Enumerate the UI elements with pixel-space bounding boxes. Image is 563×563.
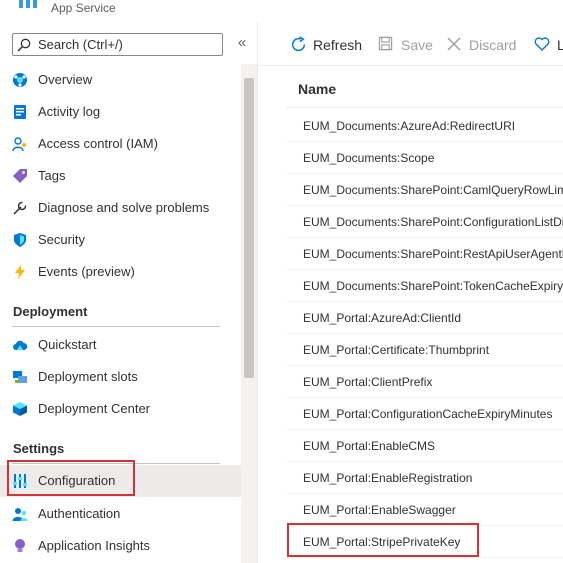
nav-item-label: Overview	[38, 72, 93, 87]
nav-item-security[interactable]: Security	[0, 224, 241, 256]
setting-name-cell[interactable]: EUM_Portal:EnableRegistration	[303, 471, 472, 485]
heart-icon	[534, 37, 550, 51]
nav-item-application-insights[interactable]: Application Insights	[0, 530, 241, 562]
app-service-logo-icon	[19, 0, 37, 8]
nav-item-label: Security	[38, 232, 85, 247]
setting-name-cell[interactable]: EUM_Documents:SharePoint:CamlQueryRowLim…	[303, 183, 563, 197]
table-row[interactable]: EUM_Documents:SharePoint:ConfigurationLi…	[286, 206, 563, 238]
stripe-key-highlight-box	[287, 523, 479, 557]
nav-item-label: Diagnose and solve problems	[38, 200, 210, 215]
table-row[interactable]: EUM_Documents:SharePoint:CamlQueryRowLim…	[286, 174, 563, 206]
table-row[interactable]: EUM_Documents:SharePoint:TokenCacheExpir…	[286, 270, 563, 302]
section-heading-settings: Settings	[13, 441, 65, 456]
nav-item-quickstart[interactable]: Quickstart	[0, 329, 241, 361]
lightning-icon	[15, 265, 25, 279]
refresh-icon	[291, 36, 306, 52]
search-placeholder: Search (Ctrl+/)	[38, 37, 123, 52]
refresh-label: Refresh	[313, 37, 363, 53]
nav-item-label: Access control (IAM)	[38, 136, 158, 151]
setting-name-cell[interactable]: EUM_Portal:AzureAd:ClientId	[303, 311, 461, 325]
nav-item-label: Events (preview)	[38, 264, 135, 279]
column-header-name[interactable]: Name	[298, 81, 336, 97]
favorite-button[interactable]: L	[534, 35, 563, 55]
discard-label: Discard	[469, 37, 517, 53]
nav-item-label: Quickstart	[38, 337, 97, 352]
nav-item-tags[interactable]: Tags	[0, 160, 241, 192]
nav-item-deployment-slots[interactable]: Deployment slots	[0, 361, 241, 393]
setting-name-cell[interactable]: EUM_Documents:Scope	[303, 151, 434, 165]
resource-type-subtitle: App Service	[51, 1, 116, 15]
table-row[interactable]: EUM_Documents:Scope	[286, 142, 563, 174]
close-icon	[447, 37, 461, 51]
setting-name-cell[interactable]: EUM_Portal:EnableSwagger	[303, 503, 456, 517]
lightbulb-icon	[15, 539, 25, 552]
table-row[interactable]: EUM_Portal:ConfigurationCacheExpiryMinut…	[286, 398, 563, 430]
table-row[interactable]: EUM_Portal:ClientPrefix	[286, 366, 563, 398]
nav-item-label: Authentication	[38, 506, 121, 521]
setting-name-cell[interactable]: EUM_Documents:SharePoint:TokenCacheExpir…	[303, 279, 563, 293]
menu-scrollbar-thumb[interactable]	[244, 78, 254, 378]
setting-name-cell[interactable]: EUM_Portal:ClientPrefix	[303, 375, 432, 389]
save-button[interactable]: Save	[378, 35, 434, 55]
search-icon	[17, 38, 31, 52]
users-icon	[12, 508, 28, 521]
shield-icon	[14, 233, 26, 247]
menu-search-input[interactable]: Search (Ctrl+/)	[12, 33, 223, 56]
tag-icon	[13, 169, 27, 183]
wrench-icon	[13, 201, 27, 215]
grid-header: Name	[286, 78, 563, 108]
table-row[interactable]: EUM_Portal:EnableSwagger	[286, 494, 563, 526]
setting-name-cell[interactable]: EUM_Portal:EnableCMS	[303, 439, 435, 453]
activity-log-icon	[14, 105, 26, 119]
nav-item-label: Deployment Center	[38, 401, 150, 416]
nav-item-overview[interactable]: Overview	[0, 64, 241, 96]
table-row[interactable]: EUM_Portal:EnableCMS	[286, 430, 563, 462]
nav-item-deployment-center[interactable]: Deployment Center	[0, 393, 241, 425]
setting-name-cell[interactable]: EUM_Portal:Certificate:Thumbprint	[303, 343, 489, 357]
command-bar: Refresh Save Discard L	[259, 22, 563, 66]
nav-item-authentication[interactable]: Authentication	[0, 498, 241, 530]
access-control-icon	[12, 137, 26, 152]
collapse-menu-button[interactable]: «	[232, 34, 252, 54]
nav-item-label: Tags	[38, 168, 66, 183]
section-divider	[12, 326, 220, 327]
favorite-label: L	[557, 37, 563, 53]
setting-name-cell[interactable]: EUM_Documents:SharePoint:ConfigurationLi…	[303, 215, 563, 229]
nav-item-label: Application Insights	[38, 538, 151, 553]
table-row[interactable]: EUM_Documents:AzureAd:RedirectURI	[286, 110, 563, 142]
refresh-button[interactable]: Refresh	[290, 35, 370, 55]
nav-item-activity-log[interactable]: Activity log	[0, 96, 241, 128]
table-row[interactable]: EUM_Documents:SharePoint:RestApiUserAgen…	[286, 238, 563, 270]
setting-name-cell[interactable]: EUM_Documents:AzureAd:RedirectURI	[303, 119, 515, 133]
save-icon	[378, 36, 393, 51]
nav-item-label: Deployment slots	[38, 369, 138, 384]
save-label: Save	[401, 37, 433, 53]
overview-icon	[13, 73, 27, 87]
app-header: App Service	[0, 0, 563, 22]
section-heading-deployment: Deployment	[13, 304, 88, 319]
setting-name-cell[interactable]: EUM_Portal:ConfigurationCacheExpiryMinut…	[303, 407, 552, 421]
configuration-highlight-box	[7, 460, 135, 496]
deployment-slots-icon	[13, 371, 27, 383]
table-row[interactable]: EUM_Portal:Certificate:Thumbprint	[286, 334, 563, 366]
table-row[interactable]: EUM_Portal:AzureAd:ClientId	[286, 302, 563, 334]
nav-item-diagnose[interactable]: Diagnose and solve problems	[0, 192, 241, 224]
nav-item-access-control[interactable]: Access control (IAM)	[0, 128, 241, 160]
cloud-icon	[13, 340, 28, 350]
setting-name-cell[interactable]: EUM_Documents:SharePoint:RestApiUserAgen…	[303, 247, 563, 261]
discard-button[interactable]: Discard	[446, 35, 520, 55]
table-row[interactable]: EUM_Portal:EnableRegistration	[286, 462, 563, 494]
cube-icon	[13, 402, 27, 416]
nav-item-label: Activity log	[38, 104, 101, 119]
nav-item-events[interactable]: Events (preview)	[0, 256, 241, 288]
